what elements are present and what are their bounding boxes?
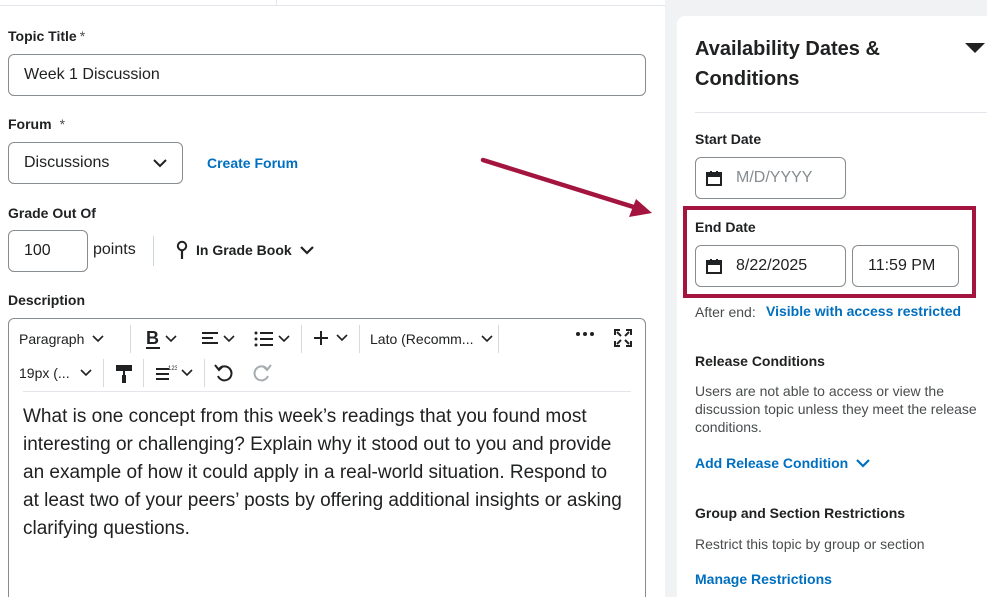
bold-icon: B [146,329,160,349]
chevron-down-icon [481,335,494,343]
chevron-down-icon [165,335,177,343]
align-left-icon [202,332,218,344]
topic-form: Topic Title * Week 1 Discussion Forum * Di… [0,0,665,597]
chevron-down-icon [299,245,314,255]
font-family-dropdown[interactable]: Lato (Recomm... [370,331,494,347]
grade-value: 100 [24,242,51,259]
align-button[interactable] [201,331,235,347]
divider [153,236,154,266]
more-icon [576,332,594,336]
chevron-down-icon [336,334,348,342]
redo-icon [253,364,272,382]
chevron-down-icon [80,369,92,377]
editor-content[interactable]: What is one concept from this week’s rea… [23,403,623,543]
add-release-condition-label: Add Release Condition [695,455,849,471]
chevron-down-icon [181,369,193,377]
release-conditions-label: Release Conditions [695,353,825,369]
manage-restrictions-link[interactable]: Manage Restrictions [695,571,832,587]
redo-button[interactable] [252,363,272,383]
plus-icon [314,331,328,345]
forum-select-value: Discussions [24,154,110,171]
topic-title-value: Week 1 Discussion [24,66,160,83]
more-options-button[interactable] [576,331,594,337]
start-date-placeholder: M/D/YYYY [736,169,813,186]
font-size-dropdown[interactable]: 19px (... [19,365,92,381]
expand-icon [614,329,632,347]
svg-text:B: B [146,329,159,348]
group-section-restrictions-text: Restrict this topic by group or section [695,536,925,552]
in-grade-book-button[interactable]: In Grade Book [176,240,314,260]
chevron-down-icon [278,335,290,343]
bulleted-list-icon [254,331,273,347]
topic-title-label: Topic Title * [8,28,86,44]
insert-button[interactable] [314,331,348,345]
chevron-down-icon [223,335,235,343]
undo-button[interactable] [214,363,234,383]
format-painter-button[interactable] [115,364,133,384]
points-label: points [93,241,136,258]
after-end-label: After end: [695,304,756,320]
bold-button[interactable]: B [145,329,177,349]
description-editor[interactable]: Paragraph B Lato (Recomm... 19px (... 12… [8,318,646,597]
in-grade-book-label: In Grade Book [196,242,292,258]
chevron-down-icon [92,335,104,343]
description-label: Description [8,292,86,308]
release-conditions-text: Users are not able to access or view the… [695,383,977,435]
topic-title-input[interactable]: Week 1 Discussion [8,54,646,96]
collapse-caret-icon[interactable] [964,42,986,54]
panel-title: Availability Dates & Conditions [695,38,880,90]
create-forum-link[interactable]: Create Forum [207,155,298,171]
svg-text:123: 123 [168,366,177,372]
paint-roller-icon [116,365,132,383]
annotation-highlight-box [683,206,976,298]
grade-input[interactable]: 100 [8,230,88,272]
forum-label: Forum * [8,116,66,132]
forum-select[interactable]: Discussions [8,142,183,184]
undo-icon [214,364,233,382]
grade-out-of-label: Grade Out Of [8,205,96,221]
start-date-input[interactable]: M/D/YYYY [695,157,846,199]
chevron-down-icon [856,458,871,468]
list-button[interactable] [254,331,290,347]
start-date-label: Start Date [695,131,762,147]
group-section-restrictions-label: Group and Section Restrictions [695,505,906,521]
line-spacing-icon: 123 [156,366,177,380]
fullscreen-button[interactable] [614,329,632,347]
add-release-condition-button[interactable]: Add Release Condition [695,455,871,471]
chevron-down-icon [153,158,167,167]
paragraph-format-dropdown[interactable]: Paragraph [19,331,104,347]
panel-divider [695,112,987,113]
line-spacing-button[interactable]: 123 [155,365,193,381]
calendar-icon [706,171,722,186]
after-end-visibility-link[interactable]: Visible with access restricted [766,303,961,319]
pin-icon [176,240,188,259]
